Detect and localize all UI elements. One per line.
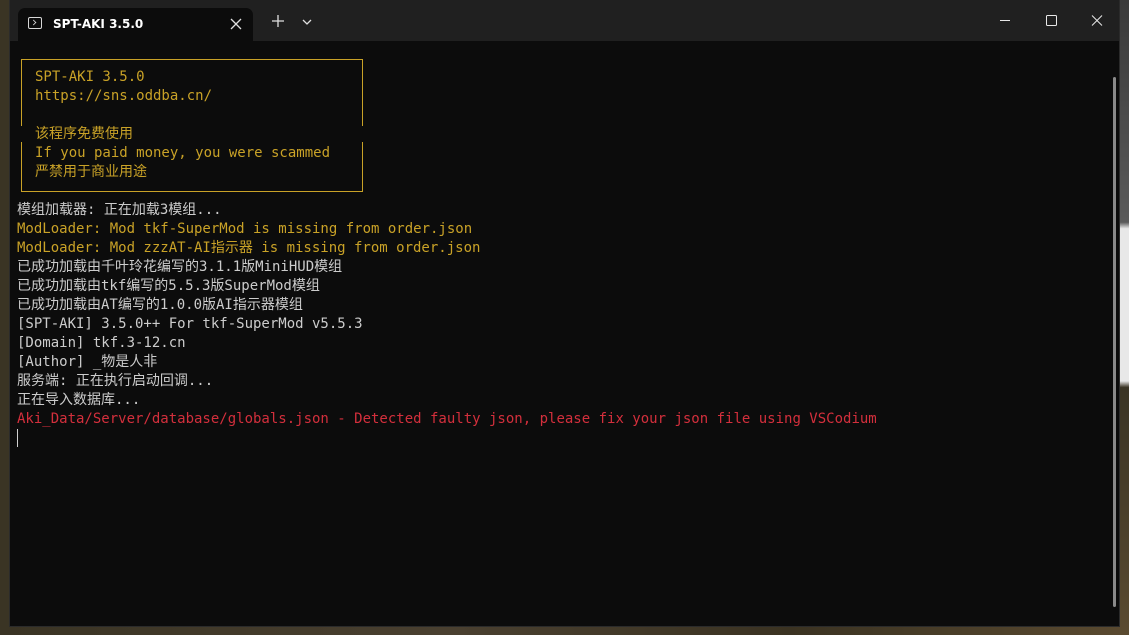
banner-title: SPT-AKI 3.5.0: [35, 69, 145, 85]
console-line: 服务端: 正在执行启动回调...: [17, 373, 214, 389]
console-line: [Author] _物是人非: [17, 354, 158, 370]
console-line-warning: ModLoader: Mod tkf-SuperMod is missing f…: [17, 221, 473, 237]
new-tab-button[interactable]: [270, 13, 286, 29]
close-tab-button[interactable]: [229, 14, 243, 30]
chevron-down-icon: [302, 19, 312, 25]
tab-dropdown-button[interactable]: [301, 13, 315, 27]
tab-spt-aki[interactable]: SPT-AKI 3.5.0: [18, 8, 253, 41]
console-line: 已成功加载由千叶玲花编写的3.1.1版MiniHUD模组: [17, 259, 343, 275]
console-line-warning: ModLoader: Mod zzzAT-AI指示器 is missing fr…: [17, 240, 481, 256]
title-bar[interactable]: SPT-AKI 3.5.0: [10, 0, 1119, 41]
terminal-window: SPT-AKI 3.5.0 SPT-AKI 3.5.0 https://sns.…: [9, 0, 1120, 627]
banner-url: https://sns.oddba.cn/: [35, 88, 213, 104]
tab-title: SPT-AKI 3.5.0: [53, 17, 144, 31]
banner-free-notice: 该程序免费使用: [35, 126, 133, 142]
banner-gap: [360, 126, 364, 142]
banner-commercial-notice: 严禁用于商业用途: [35, 164, 147, 180]
scrollbar[interactable]: [1113, 77, 1116, 607]
console-line: 正在导入数据库...: [17, 392, 141, 408]
plus-icon: [272, 15, 284, 27]
console-line: 已成功加载由tkf编写的5.5.3版SuperMod模组: [17, 278, 320, 294]
console-line-error: Aki_Data/Server/database/globals.json - …: [17, 411, 877, 427]
desktop-background: [1120, 0, 1129, 635]
maximize-button[interactable]: [1028, 0, 1074, 41]
console-line: 模组加载器: 正在加载3模组...: [17, 202, 222, 218]
close-icon: [230, 18, 242, 30]
close-window-button[interactable]: [1074, 0, 1120, 41]
terminal-icon: [28, 17, 42, 29]
console-line: [Domain] tkf.3-12.cn: [17, 335, 186, 351]
text-cursor: [17, 429, 18, 447]
banner-gap: [20, 126, 24, 142]
minimize-icon: [1000, 20, 1010, 21]
banner-scam-notice: If you paid money, you were scammed: [35, 145, 331, 161]
maximize-icon: [1046, 15, 1057, 26]
close-icon: [1091, 15, 1103, 26]
minimize-button[interactable]: [982, 0, 1028, 41]
console-output[interactable]: SPT-AKI 3.5.0 https://sns.oddba.cn/ 该程序免…: [10, 41, 1110, 627]
console-line: [SPT-AKI] 3.5.0++ For tkf-SuperMod v5.5.…: [17, 316, 363, 332]
console-line: 已成功加载由AT编写的1.0.0版AI指示器模组: [17, 297, 303, 313]
